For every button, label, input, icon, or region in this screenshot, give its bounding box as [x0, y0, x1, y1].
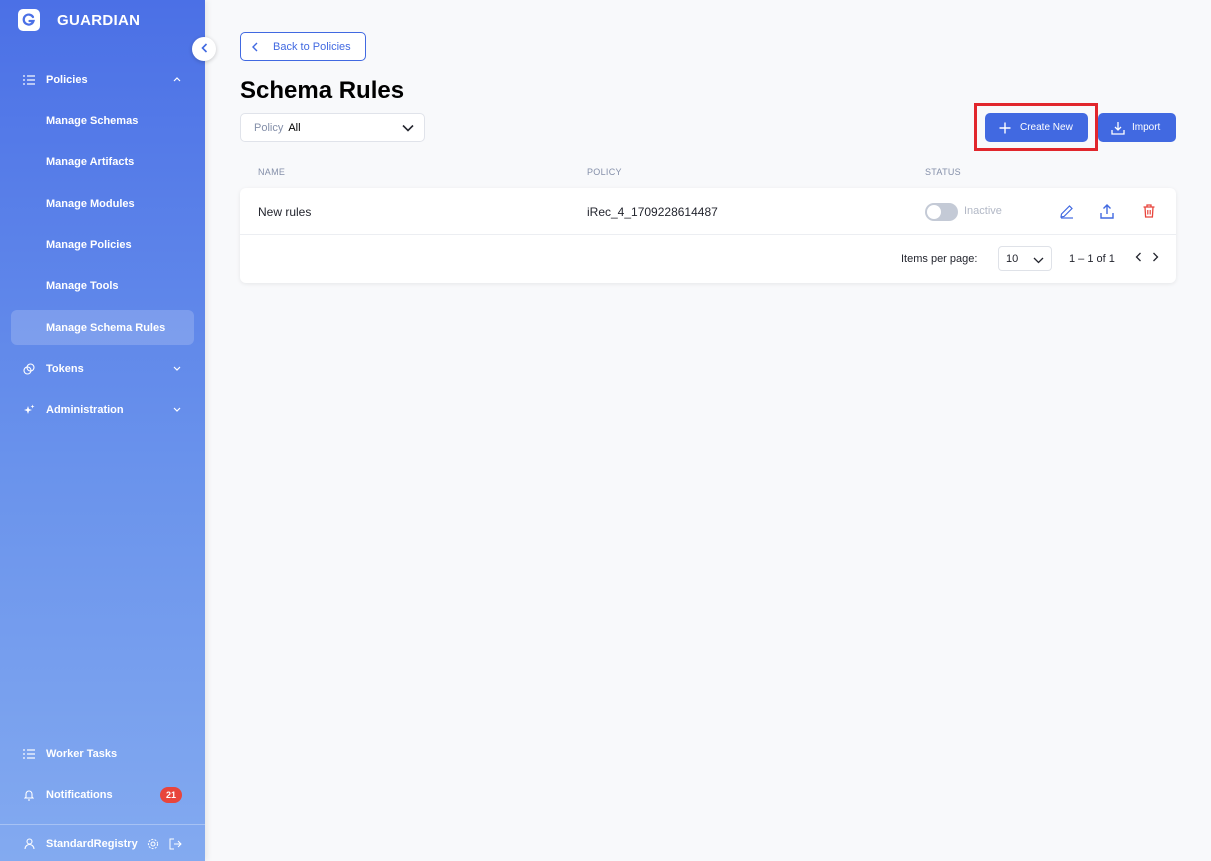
delete-icon[interactable] — [1140, 202, 1158, 220]
rule-name: New rules — [258, 205, 312, 219]
table-row: New rules iRec_4_1709228614487 Inactive — [240, 188, 1176, 235]
page-range-label: 1 – 1 of 1 — [1069, 253, 1115, 265]
plus-icon — [999, 122, 1011, 134]
column-header-name: NAME — [258, 167, 286, 177]
sidebar-item-label: Manage Tools — [46, 279, 119, 292]
sidebar-item-worker-tasks[interactable]: Worker Tasks — [11, 736, 194, 771]
bell-icon — [22, 788, 36, 802]
chevron-down-icon — [402, 123, 414, 133]
items-per-page-label: Items per page: — [901, 253, 978, 265]
sparkle-icon — [22, 403, 36, 417]
notification-count-badge: 21 — [160, 786, 182, 803]
status-label: Inactive — [964, 205, 1002, 217]
sidebar: GUARDIAN Policies Manage Schemas Manage … — [0, 0, 205, 861]
gear-icon[interactable] — [147, 837, 159, 855]
schema-rules-table: New rules iRec_4_1709228614487 Inactive … — [240, 188, 1176, 283]
tokens-icon — [22, 362, 36, 376]
page-size-value: 10 — [1006, 253, 1019, 265]
sidebar-item-label: Manage Policies — [46, 238, 132, 251]
column-header-policy: POLICY — [587, 167, 622, 177]
import-label: Import — [1132, 122, 1161, 133]
sidebar-item-manage-modules[interactable]: Manage Modules — [11, 186, 194, 221]
list-icon — [22, 747, 36, 761]
back-to-policies-button[interactable]: Back to Policies — [240, 32, 366, 61]
page-title: Schema Rules — [240, 77, 405, 104]
sidebar-item-manage-policies[interactable]: Manage Policies — [11, 227, 194, 262]
import-button[interactable]: Import — [1098, 113, 1176, 142]
sidebar-item-label: Worker Tasks — [46, 747, 118, 760]
chevron-down-icon — [1033, 255, 1044, 264]
sidebar-item-label: Manage Artifacts — [46, 155, 135, 168]
sidebar-item-policies[interactable]: Policies — [11, 62, 194, 97]
back-button-label: Back to Policies — [273, 40, 351, 53]
sidebar-item-label: Notifications — [46, 788, 113, 801]
sidebar-item-manage-schema-rules[interactable]: Manage Schema Rules — [11, 310, 194, 345]
app-name: GUARDIAN — [57, 11, 141, 29]
download-icon — [1111, 121, 1125, 135]
policy-filter-select[interactable]: Policy All — [240, 113, 425, 142]
edit-icon[interactable] — [1057, 202, 1075, 220]
user-name: StandardRegistry — [46, 837, 138, 850]
items-per-page-select[interactable]: 10 — [998, 246, 1052, 271]
paginator: Items per page: 10 1 – 1 of 1 — [240, 236, 1176, 283]
sidebar-item-label: Policies — [46, 73, 88, 86]
chevron-down-icon — [172, 364, 182, 374]
create-new-button[interactable]: Create New — [985, 113, 1088, 142]
sidebar-item-label: Manage Schemas — [46, 114, 139, 127]
status-toggle[interactable] — [925, 203, 958, 221]
upload-icon[interactable] — [1098, 202, 1116, 220]
sidebar-item-administration[interactable]: Administration — [11, 392, 194, 427]
sidebar-item-manage-artifacts[interactable]: Manage Artifacts — [11, 144, 194, 179]
chevron-down-icon — [172, 405, 182, 415]
sidebar-item-label: Manage Schema Rules — [46, 321, 166, 334]
toggle-knob — [927, 205, 941, 219]
column-header-status: STATUS — [925, 167, 961, 177]
user-bar: StandardRegistry — [0, 824, 205, 861]
sidebar-item-manage-tools[interactable]: Manage Tools — [11, 268, 194, 303]
chevron-left-icon — [200, 40, 208, 58]
sidebar-item-tokens[interactable]: Tokens — [11, 351, 194, 386]
logout-icon[interactable] — [169, 837, 182, 855]
policy-filter-label: Policy — [254, 121, 284, 134]
create-new-label: Create New — [1020, 122, 1073, 133]
list-icon — [22, 73, 36, 87]
sidebar-collapse-button[interactable] — [192, 37, 216, 61]
user-profile[interactable]: StandardRegistry — [11, 826, 194, 861]
next-page-button[interactable] — [1148, 250, 1162, 264]
previous-page-button[interactable] — [1131, 250, 1145, 264]
sidebar-item-notifications[interactable]: Notifications 21 — [11, 777, 194, 812]
sidebar-item-manage-schemas[interactable]: Manage Schemas — [11, 103, 194, 138]
rule-policy: iRec_4_1709228614487 — [587, 205, 718, 219]
sidebar-item-label: Administration — [46, 403, 124, 416]
policy-filter-value: All — [288, 121, 301, 134]
user-icon — [22, 837, 36, 851]
guardian-logo-icon — [18, 9, 40, 31]
sidebar-item-label: Manage Modules — [46, 197, 135, 210]
chevron-left-icon — [252, 42, 262, 52]
app-logo[interactable]: GUARDIAN — [18, 9, 140, 31]
chevron-up-icon — [172, 75, 182, 85]
sidebar-item-label: Tokens — [46, 362, 84, 375]
